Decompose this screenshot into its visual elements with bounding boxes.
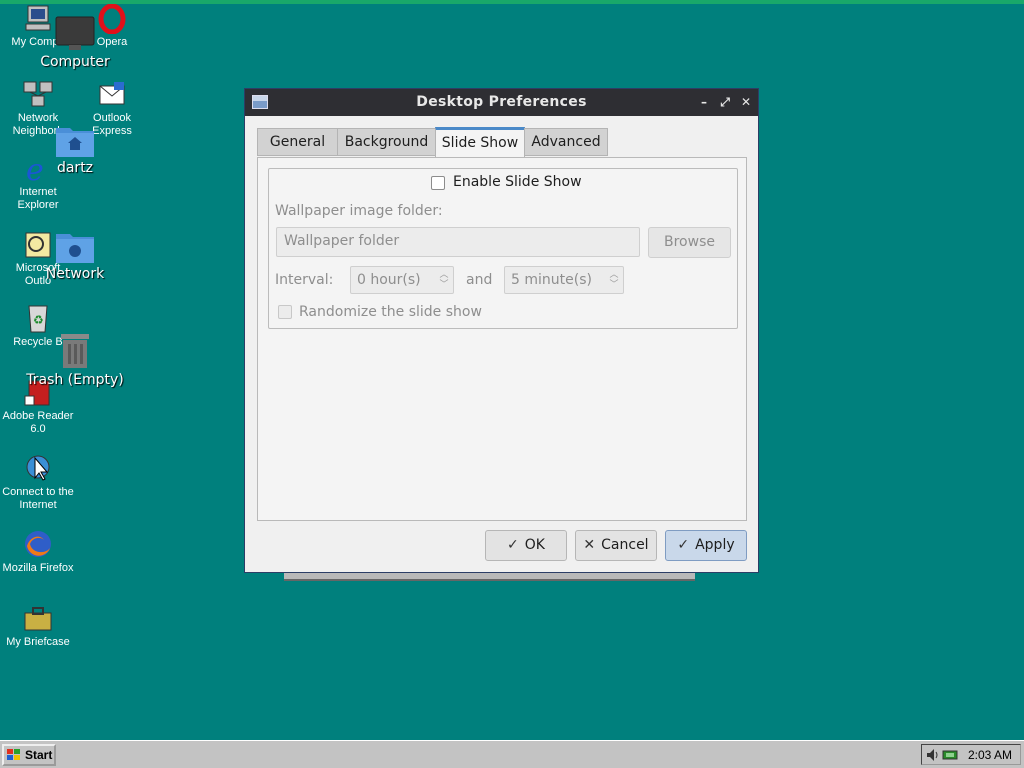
maximize-icon[interactable]: ⤢ bbox=[717, 94, 733, 110]
tab-panel-slide-show: Enable Slide Show Wallpaper image folder… bbox=[257, 157, 747, 521]
randomize-label: Randomize the slide show bbox=[299, 304, 482, 320]
enable-slideshow-checkbox[interactable] bbox=[431, 176, 445, 190]
desktop-icon-label: dartz bbox=[56, 160, 94, 176]
svg-text:♻: ♻ bbox=[33, 313, 44, 327]
minutes-value: 5 minute(s) bbox=[511, 272, 592, 288]
system-tray: 2:03 AM bbox=[921, 744, 1021, 765]
randomize-checkbox[interactable] bbox=[278, 305, 292, 319]
desktop-icon-label: Trash (Empty) bbox=[26, 372, 124, 388]
desktop-preferences-dialog: Desktop Preferences – ⤢ ✕ General Backgr… bbox=[244, 88, 759, 573]
tab-background[interactable]: Background bbox=[337, 128, 436, 156]
ok-button[interactable]: ✓ OK bbox=[485, 530, 567, 561]
computer-monitor-icon bbox=[55, 16, 95, 50]
volume-icon[interactable] bbox=[926, 748, 940, 762]
check-icon: ✓ bbox=[507, 537, 519, 553]
apply-button[interactable]: ✓ Apply bbox=[665, 530, 747, 561]
taskbar: Start 2:03 AM bbox=[0, 740, 1024, 768]
desktop-icon-connect-internet[interactable]: Connect to the Internet bbox=[0, 452, 76, 512]
title-bar[interactable]: Desktop Preferences – ⤢ ✕ bbox=[245, 89, 758, 116]
desktop-icon-trash[interactable]: Trash (Empty) bbox=[20, 332, 130, 389]
enable-slideshow-label: Enable Slide Show bbox=[453, 174, 582, 190]
top-strip bbox=[0, 0, 1024, 4]
browse-button[interactable]: Browse bbox=[648, 227, 731, 258]
hours-value: 0 hour(s) bbox=[357, 272, 421, 288]
cancel-button[interactable]: ✕ Cancel bbox=[575, 530, 657, 561]
desktop-icon-label: Adobe Reader 6.0 bbox=[2, 410, 74, 435]
desktop-icon-mozilla-firefox[interactable]: Mozilla Firefox bbox=[0, 528, 76, 575]
wallpaper-folder-input[interactable]: Wallpaper folder bbox=[276, 227, 640, 257]
network-folder-icon bbox=[56, 234, 94, 263]
desktop-icon-label: Internet Explorer bbox=[17, 186, 59, 211]
interval-label: Interval: bbox=[275, 272, 334, 288]
window-title: Desktop Preferences bbox=[416, 94, 587, 110]
desktop-icon-label: My Briefcase bbox=[6, 636, 70, 648]
spin-up-icon[interactable]: ︿ bbox=[609, 271, 619, 280]
desktop-icon-dartz[interactable]: dartz bbox=[20, 122, 130, 177]
firefox-icon bbox=[25, 531, 51, 557]
desktop-icon-label: Connect to the Internet bbox=[2, 486, 74, 511]
home-folder-icon bbox=[56, 128, 94, 157]
spin-down-icon[interactable]: ﹀ bbox=[439, 281, 449, 290]
desktop-icon-computer[interactable]: Computer bbox=[20, 16, 130, 71]
desktop-icon-my-briefcase[interactable]: My Briefcase bbox=[0, 604, 76, 649]
desktop-icon-label: Network bbox=[45, 266, 105, 282]
clock[interactable]: 2:03 AM bbox=[968, 748, 1012, 762]
tab-advanced[interactable]: Advanced bbox=[524, 128, 608, 156]
start-button[interactable]: Start bbox=[2, 744, 56, 766]
network-tray-icon[interactable] bbox=[942, 748, 958, 762]
outlook-express-icon bbox=[99, 82, 125, 105]
recycle-bin-icon: ♻ bbox=[28, 305, 48, 333]
minimize-icon[interactable]: – bbox=[696, 94, 712, 110]
cancel-label: Cancel bbox=[601, 537, 649, 553]
desktop-icon-label: Mozilla Firefox bbox=[2, 562, 74, 574]
desktop-icon-network[interactable]: Network bbox=[20, 228, 130, 283]
briefcase-icon bbox=[24, 607, 52, 631]
minutes-spinner[interactable]: 5 minute(s) ︿ ﹀ bbox=[504, 266, 624, 294]
check-icon: ✓ bbox=[677, 537, 690, 553]
desktop-icon-label: Computer bbox=[40, 54, 110, 70]
spin-up-icon[interactable]: ︿ bbox=[439, 271, 449, 280]
window-behind-edge bbox=[284, 572, 695, 581]
close-icon[interactable]: ✕ bbox=[738, 94, 754, 110]
tab-general[interactable]: General bbox=[257, 128, 338, 156]
slideshow-group: Enable Slide Show Wallpaper image folder… bbox=[268, 168, 738, 329]
wallpaper-folder-label: Wallpaper image folder: bbox=[275, 203, 443, 219]
connect-internet-icon bbox=[26, 455, 50, 481]
hours-spinner[interactable]: 0 hour(s) ︿ ﹀ bbox=[350, 266, 454, 294]
ok-label: OK bbox=[524, 537, 545, 553]
apply-label: Apply bbox=[695, 537, 735, 553]
spin-down-icon[interactable]: ﹀ bbox=[609, 281, 619, 290]
and-label: and bbox=[466, 272, 493, 288]
start-label: Start bbox=[25, 748, 53, 762]
cancel-x-icon: ✕ bbox=[583, 537, 596, 553]
trash-icon bbox=[61, 334, 89, 368]
network-neighborhood-icon bbox=[23, 81, 53, 107]
windows-logo-icon bbox=[7, 749, 20, 760]
tab-slide-show[interactable]: Slide Show bbox=[435, 127, 525, 157]
